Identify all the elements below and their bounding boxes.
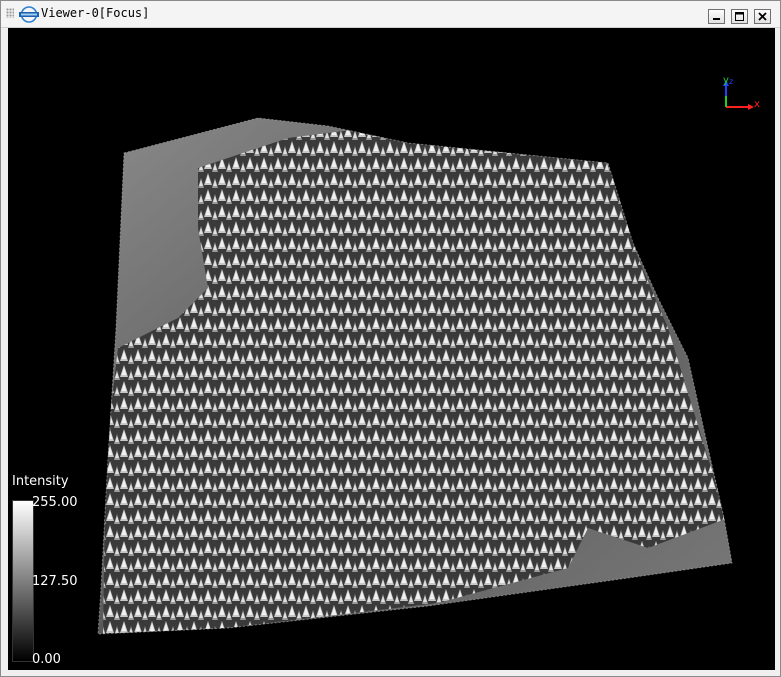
close-icon bbox=[758, 12, 767, 21]
maximize-icon bbox=[735, 12, 744, 21]
title-bar[interactable]: Viewer-0[Focus] bbox=[1, 1, 780, 28]
viewer-window: Viewer-0[Focus] y z x Intensity 255.00 1… bbox=[0, 0, 781, 677]
legend-title: Intensity bbox=[12, 474, 69, 489]
point-cloud-render[interactable] bbox=[8, 28, 775, 670]
minimize-icon bbox=[713, 18, 720, 20]
axis-z-label: z bbox=[729, 77, 733, 86]
minimize-button[interactable] bbox=[708, 9, 725, 24]
point-cloud-viewport[interactable]: y z x Intensity 255.00 127.50 0.00 bbox=[8, 28, 775, 670]
legend-max-label: 255.00 bbox=[32, 495, 78, 510]
axis-x-label: x bbox=[754, 99, 760, 110]
close-button[interactable] bbox=[754, 9, 771, 24]
legend-mid-label: 127.50 bbox=[32, 574, 78, 589]
axis-orientation-icon: y z x bbox=[723, 75, 760, 110]
window-title: Viewer-0[Focus] bbox=[41, 6, 150, 20]
intensity-colorbar bbox=[12, 500, 34, 662]
lidar360-logo-icon bbox=[19, 6, 39, 23]
maximize-button[interactable] bbox=[731, 9, 748, 24]
drag-grip-icon[interactable] bbox=[6, 8, 14, 18]
legend-min-label: 0.00 bbox=[32, 652, 61, 667]
